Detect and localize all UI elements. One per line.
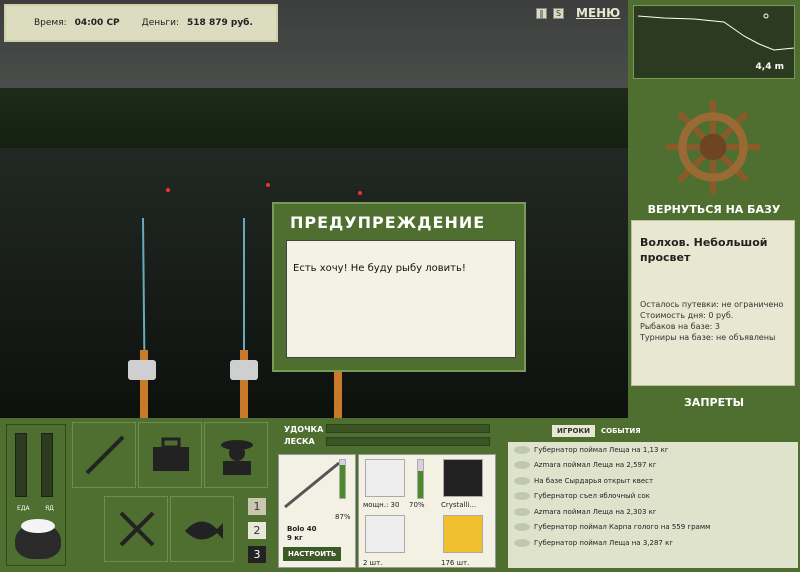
line-slot[interactable]	[443, 459, 483, 497]
bans-button[interactable]: ЗАПРЕТЫ	[628, 396, 800, 409]
top-controls: ‖ S МЕНЮ	[536, 6, 620, 20]
rod-wear-bar	[339, 459, 346, 499]
rods-button[interactable]	[72, 422, 136, 488]
character-button[interactable]	[204, 422, 268, 488]
tab-events[interactable]: СОБЫТИЯ	[599, 425, 643, 437]
location-info: Волхов. Небольшой просвет Осталось путев…	[631, 220, 795, 386]
fish-icon	[185, 521, 223, 540]
setup-button[interactable]: НАСТРОИТЬ	[283, 547, 342, 561]
bait-count: 176 шт.	[441, 559, 470, 567]
time-value: 04:00 СР	[74, 18, 120, 28]
return-to-base-button[interactable]: ВЕРНУТЬСЯ НА БАЗУ	[628, 203, 800, 216]
rod-slot[interactable]: Bolo 40 9 кг 87% НАСТРОИТЬ	[278, 454, 356, 568]
info-line: Стоимость дня: 0 руб.	[640, 311, 734, 320]
money-value: 518 879 руб.	[187, 18, 253, 28]
line-label: ЛЕСКА	[284, 437, 315, 446]
fisherman-icon	[221, 440, 253, 475]
info-line: Осталось путевки: не ограничено	[640, 300, 784, 309]
reel-power: мощн.: 30	[363, 501, 400, 509]
depth-value: 4,4 m	[755, 62, 784, 72]
ship-wheel-icon[interactable]	[662, 96, 764, 198]
fish-icon	[514, 445, 530, 454]
line-tension-bar	[326, 437, 490, 446]
dialog-message: Есть хочу! Не буду рыбу ловить!	[286, 240, 516, 358]
dialog-title: ПРЕДУПРЕЖДЕНИЕ	[290, 213, 486, 232]
food-label: ЕДА	[17, 505, 30, 512]
rod-weight: 9 кг	[287, 534, 303, 542]
food-pot-icon[interactable]	[15, 519, 61, 559]
log-entry: Губернатор поймал Леща на 3,287 кг	[508, 535, 798, 551]
status-meters: ЕДА ЯД	[6, 424, 66, 566]
log-entry: Губернатор поймал Карпа голого на 559 гр…	[508, 520, 798, 536]
rod-percent: 87%	[335, 513, 351, 521]
line-name: Crystalli...	[441, 501, 477, 509]
fish-icon	[514, 538, 530, 547]
log-entry: На базе Сырдарья открыт квест	[508, 473, 798, 489]
reel-slot[interactable]	[365, 459, 405, 497]
bottom-panel: ЕДА ЯД 1 2 3 УДОЧКА ЛЕСКА Bolo 40 9 кг 8…	[0, 418, 800, 572]
rod-icon	[85, 435, 125, 475]
rod-name: Bolo 40	[287, 525, 317, 533]
rod-panel: УДОЧКА ЛЕСКА Bolo 40 9 кг 87% НАСТРОИТЬ …	[276, 418, 498, 572]
money-label: Деньги:	[141, 18, 180, 28]
log-entry: Губернатор поймал Леща на 1,13 кг	[508, 442, 798, 458]
slot-3-button[interactable]: 3	[248, 546, 266, 563]
right-panel: 4,4 m ВЕРНУТЬСЯ НА БАЗУ Волхов. Небольшо…	[628, 0, 800, 418]
depth-profile: 4,4 m	[633, 5, 795, 79]
tackle-slots: мощн.: 30 70% Crystalli... 2 шт. 176 шт.	[358, 454, 496, 568]
bait-slot[interactable]	[443, 515, 483, 553]
info-line: Турниры на базе: не объявлены	[640, 333, 776, 342]
log-entry: Azmara поймал Леща на 2,303 кг	[508, 504, 798, 520]
slot-1-button[interactable]: 1	[248, 498, 266, 515]
tackle-box-icon	[153, 437, 189, 471]
location-title: Волхов. Небольшой просвет	[640, 236, 768, 264]
rod-label: УДОЧКА	[284, 425, 324, 434]
slot-2-button[interactable]: 2	[248, 522, 266, 539]
fish-icon	[514, 523, 530, 532]
fork-knife-icon	[514, 492, 530, 501]
poison-label: ЯД	[45, 505, 54, 512]
tab-players[interactable]: ИГРОКИ	[552, 425, 595, 437]
fork-knife-icon	[119, 511, 155, 547]
rod-tension-bar	[326, 424, 490, 433]
log-entry: Azmara поймал Леща на 2,597 кг	[508, 458, 798, 474]
status-bar: Время: 04:00 СР Деньги: 518 879 руб.	[4, 4, 278, 42]
rod-item-icon	[284, 461, 340, 509]
menu-button[interactable]: МЕНЮ	[576, 6, 620, 20]
log-list: Губернатор поймал Леща на 1,13 кг Azmara…	[508, 442, 798, 568]
log-tabs: ИГРОКИ СОБЫТИЯ	[552, 425, 643, 437]
ship-wheel-icon	[514, 476, 530, 485]
fish-cage-button[interactable]	[170, 496, 234, 562]
log-entry: Губернатор съел яблочный сок	[508, 489, 798, 505]
reel-percent: 70%	[409, 501, 425, 509]
float-2	[266, 183, 270, 187]
fish-icon	[514, 461, 530, 470]
food-meter	[15, 433, 27, 497]
eat-button[interactable]	[104, 496, 168, 562]
event-log: ИГРОКИ СОБЫТИЯ Губернатор поймал Леща на…	[502, 418, 800, 572]
time-label: Время:	[34, 18, 67, 28]
reel-wear-bar	[417, 459, 424, 499]
hooks-count: 2 шт.	[363, 559, 383, 567]
tackle-box-button[interactable]	[138, 422, 202, 488]
float-marker-icon	[763, 13, 769, 19]
fish-icon	[514, 507, 530, 516]
float-3	[358, 191, 362, 195]
float-1	[166, 188, 170, 192]
hook-slot[interactable]	[365, 515, 405, 553]
pause-icon[interactable]: ‖	[536, 7, 547, 19]
info-line: Рыбаков на базе: 3	[640, 322, 720, 331]
sound-icon[interactable]: S	[553, 7, 564, 19]
warning-dialog: ПРЕДУПРЕЖДЕНИЕ Есть хочу! Не буду рыбу л…	[272, 202, 526, 372]
poison-meter	[41, 433, 53, 497]
